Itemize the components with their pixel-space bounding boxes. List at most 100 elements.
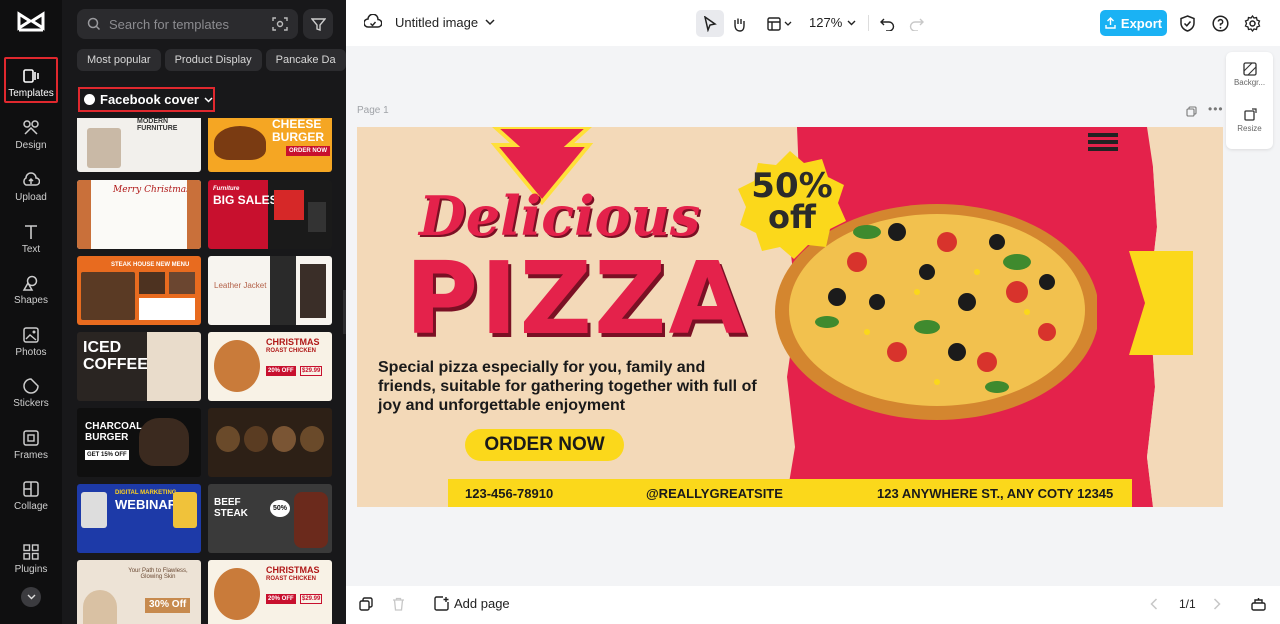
search-input[interactable] [109,16,259,32]
rail-label: Stickers [13,398,49,409]
chevron-down-icon [204,96,213,103]
rail-collage[interactable]: Collage [4,474,58,520]
duplicate-page-icon[interactable] [1186,106,1197,117]
undo-button[interactable] [873,10,901,37]
collage-icon [23,481,39,497]
rail-text[interactable]: Text [4,217,58,263]
image-search-icon[interactable] [272,16,288,32]
export-button[interactable]: Export [1100,10,1167,36]
rail-templates[interactable]: Templates [4,57,58,103]
template-thumb[interactable]: CHRISTMAS ROAST CHICKEN 20% OFF $29.99 [208,560,332,624]
template-thumb[interactable]: CHRISTMAS ROAST CHICKEN 20% OFF $29.99 [208,332,332,401]
divider [868,15,869,31]
thumb-title: CHEESE BURGER [272,118,325,144]
prev-page-icon[interactable] [1150,598,1158,610]
rail-stickers[interactable]: Stickers [4,371,58,417]
rail-label: Collage [14,501,48,512]
app-window: Templates Design Upload Text Shapes Phot… [0,0,1280,624]
template-thumb[interactable]: BEEF STEAK 50% [208,484,332,553]
background-tool[interactable]: Backgr... [1226,62,1273,87]
category-dropdown[interactable]: Facebook cover [78,87,215,112]
template-thumb[interactable]: CHARCOAL BURGER GET 15% OFF [77,408,201,477]
search-icon [87,17,101,31]
thumb-cta: GET 15% OFF [85,450,129,461]
rail-upload[interactable]: Upload [4,165,58,211]
layout-icon [766,16,781,31]
design-canvas[interactable]: 50% off Delicious PIZZA Special pizza es… [357,127,1223,507]
thumb-title: Your Path to Flawless, Glowing Skin [128,568,188,581]
thumb-price: $29.99 [300,366,323,377]
chip-pancake[interactable]: Pancake Da [265,49,346,71]
design-icon [23,120,39,135]
thumb-title: Leather Jacket [214,281,267,290]
template-thumb[interactable]: Your Path to Flawless, Glowing Skin 30% … [77,560,201,624]
document-title[interactable]: Untitled image [395,15,478,30]
cursor-icon [703,15,717,32]
thumb-title: CHRISTMAS [266,565,320,575]
settings-gear-icon[interactable] [1244,15,1261,32]
chip-most-popular[interactable]: Most popular [77,49,161,71]
hand-tool-button[interactable] [725,10,753,37]
rail-design[interactable]: Design [4,113,58,159]
chevron-down-icon[interactable] [847,20,856,26]
thumb-subtitle: Furniture [213,186,240,192]
thumb-cta: ORDER NOW [286,146,330,157]
page-more-icon[interactable]: ••• [1208,102,1224,116]
add-page-button[interactable]: Add page [434,596,510,611]
add-page-icon [434,596,449,611]
address: 123 ANYWHERE ST., ANY COTY 12345 [877,486,1114,501]
template-thumb[interactable]: DIGITAL MARKETING WEBINAR [77,484,201,553]
next-page-icon[interactable] [1213,598,1221,610]
text-icon [25,225,37,239]
thumb-badge: 20% OFF [266,366,296,377]
thumb-title: MODERN FURNITURE [137,118,178,133]
pages-panel-icon[interactable] [1251,597,1266,611]
template-thumb[interactable]: ICED COFFEE [77,332,201,401]
rail-label: Templates [8,88,54,99]
redo-button[interactable] [902,10,930,37]
resize-label: Resize [1237,124,1262,133]
thumb-subtitle: DIGITAL MARKETING [115,490,177,496]
template-thumb[interactable]: CHEESE BURGER ORDER NOW [208,118,332,172]
rail-label: Frames [14,450,48,461]
thumb-price: $29.99 [300,594,323,605]
background-icon [1242,62,1257,76]
thumb-subtitle: ROAST CHICKEN [266,348,317,354]
search-box[interactable] [77,9,298,39]
chip-product-display[interactable]: Product Display [164,49,262,71]
templates-icon [23,69,39,83]
trash-icon[interactable] [392,597,405,611]
template-thumb[interactable]: Merry Christmas [77,180,201,249]
more-button[interactable] [21,587,41,607]
template-thumb[interactable]: Furniture BIG SALES [208,180,332,249]
layout-tool-button[interactable] [761,10,797,37]
thumb-title: STEAK HOUSE NEW MENU [111,262,190,268]
add-page-label: Add page [454,596,510,611]
rail-frames[interactable]: Frames [4,423,58,469]
resize-tool[interactable]: Resize [1226,108,1273,133]
template-thumb[interactable] [208,408,332,477]
template-thumb[interactable]: MODERN FURNITURE [77,118,201,172]
duplicate-icon[interactable] [359,597,373,611]
rail-photos[interactable]: Photos [4,320,58,366]
filter-button[interactable] [303,9,333,39]
thumb-title: Merry Christmas [113,185,191,195]
order-now-cta: ORDER NOW [465,429,624,461]
chevron-down-icon[interactable] [485,19,495,26]
template-thumb[interactable]: STEAK HOUSE NEW MENU [77,256,201,325]
rail-shapes[interactable]: Shapes [4,268,58,314]
undo-icon [879,18,894,31]
zoom-level[interactable]: 127% [809,15,842,30]
thumb-badge: 30% Off [145,598,191,613]
templates-panel: Most popularProduct DisplayPancake Da Fa… [62,0,346,624]
template-thumb[interactable]: Leather Jacket [208,256,332,325]
template-grid: MODERN FURNITURE CHEESE BURGER ORDER NOW… [77,118,333,624]
cloud-sync-icon[interactable] [364,14,382,30]
capcut-logo [17,11,45,32]
shield-check-icon[interactable] [1180,15,1195,32]
select-tool-button[interactable] [696,10,724,37]
body-text: Special pizza especially for you, family… [378,359,757,415]
rail-plugins[interactable]: Plugins [4,537,58,583]
thumb-title: CHARCOAL BURGER [85,421,143,443]
help-icon[interactable] [1212,15,1229,32]
